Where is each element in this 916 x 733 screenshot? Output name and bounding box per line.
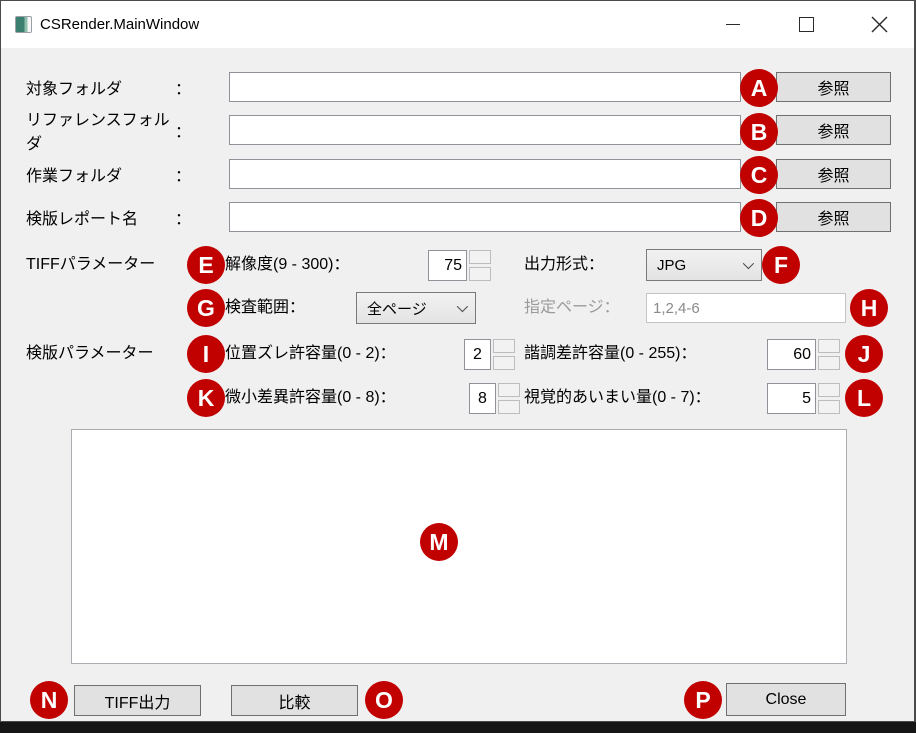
report-name-input[interactable] (229, 202, 741, 232)
tone-tolerance-label: 諧調差許容量(0 - 255)： (524, 338, 696, 370)
taskbar-strip (0, 722, 916, 733)
page-spec-input[interactable] (646, 293, 846, 323)
badge-e: E (187, 246, 225, 284)
reference-folder-browse-button[interactable]: 参照 (776, 115, 891, 145)
minor-diff-tolerance-spinner (498, 383, 520, 414)
badge-d: D (740, 199, 778, 237)
tone-tolerance-spinner (818, 339, 840, 370)
badge-b: B (740, 113, 778, 151)
badge-i: I (187, 335, 225, 373)
badge-k: K (187, 379, 225, 417)
output-format-value: JPG (657, 257, 743, 274)
report-name-browse-button[interactable]: 参照 (776, 202, 891, 232)
page-spec-label: 指定ページ： (524, 292, 620, 324)
scan-range-label: 検査範囲： (225, 292, 305, 324)
minor-diff-tolerance-label: 微小差異許容量(0 - 8)： (225, 382, 396, 414)
output-format-label: 出力形式： (524, 249, 604, 281)
spinner-up-button[interactable] (469, 250, 491, 264)
badge-f: F (762, 246, 800, 284)
spinner-down-button[interactable] (469, 267, 491, 281)
output-format-combobox[interactable]: JPG (646, 249, 762, 281)
main-window: CSRender.MainWindow 対象フォルダ： 参照 A リファレンスフ… (0, 0, 916, 722)
work-folder-input[interactable] (229, 159, 741, 189)
badge-o: O (365, 681, 403, 719)
visual-ambiguity-label: 視覚的あいまい量(0 - 7)： (524, 382, 711, 414)
minor-diff-tolerance-input[interactable] (469, 383, 496, 414)
spinner-up-button[interactable] (493, 339, 515, 353)
window-title: CSRender.MainWindow (40, 1, 199, 48)
position-tolerance-spinner (493, 339, 515, 370)
minimize-icon (726, 24, 740, 25)
work-folder-label: 作業フォルダ： (26, 159, 191, 189)
resolution-spinner (469, 250, 491, 281)
spinner-down-button[interactable] (818, 356, 840, 370)
close-window-button[interactable] (856, 2, 902, 47)
chevron-down-icon (743, 258, 754, 269)
spinner-up-button[interactable] (498, 383, 520, 397)
target-folder-input[interactable] (229, 72, 741, 102)
kenpan-section-label: 検版パラメーター (26, 338, 154, 370)
badge-j: J (845, 335, 883, 373)
report-name-label: 検版レポート名： (26, 202, 191, 232)
reference-folder-label: リファレンスフォルダ： (26, 115, 191, 145)
badge-p: P (684, 681, 722, 719)
titlebar: CSRender.MainWindow (1, 1, 914, 48)
close-button[interactable]: Close (726, 683, 846, 716)
close-icon (871, 16, 888, 33)
result-list-area[interactable] (71, 429, 847, 664)
compare-button[interactable]: 比較 (231, 685, 358, 716)
position-tolerance-input[interactable] (464, 339, 491, 370)
resolution-input[interactable] (428, 250, 467, 281)
badge-h: H (850, 289, 888, 327)
maximize-icon (799, 17, 814, 32)
tiff-section-label: TIFFパラメーター (26, 249, 155, 281)
badge-l: L (845, 379, 883, 417)
reference-folder-input[interactable] (229, 115, 741, 145)
minimize-button[interactable] (710, 2, 756, 47)
badge-g: G (187, 289, 225, 327)
visual-ambiguity-input[interactable] (767, 383, 816, 414)
badge-m: M (420, 523, 458, 561)
target-folder-label: 対象フォルダ： (26, 72, 191, 102)
spinner-up-button[interactable] (818, 383, 840, 397)
maximize-button[interactable] (783, 2, 829, 47)
visual-ambiguity-spinner (818, 383, 840, 414)
resolution-label: 解像度(9 - 300)： (225, 249, 349, 281)
tone-tolerance-input[interactable] (767, 339, 816, 370)
spinner-down-button[interactable] (818, 400, 840, 414)
work-folder-browse-button[interactable]: 参照 (776, 159, 891, 189)
scan-range-combobox[interactable]: 全ページ (356, 292, 476, 324)
badge-n: N (30, 681, 68, 719)
chevron-down-icon (457, 301, 468, 312)
position-tolerance-label: 位置ズレ許容量(0 - 2)： (225, 338, 396, 370)
spinner-down-button[interactable] (498, 400, 520, 414)
app-icon (15, 16, 32, 33)
target-folder-browse-button[interactable]: 参照 (776, 72, 891, 102)
tiff-export-button[interactable]: TIFF出力 (74, 685, 201, 716)
badge-a: A (740, 69, 778, 107)
badge-c: C (740, 156, 778, 194)
scan-range-value: 全ページ (367, 298, 457, 319)
spinner-down-button[interactable] (493, 356, 515, 370)
spinner-up-button[interactable] (818, 339, 840, 353)
